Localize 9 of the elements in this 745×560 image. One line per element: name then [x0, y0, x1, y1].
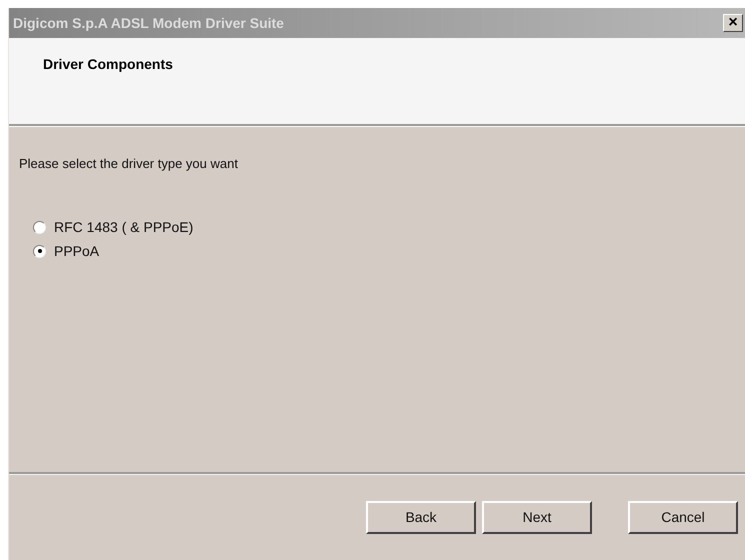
radio-option[interactable]: PPPoA	[33, 243, 745, 259]
dialog-button[interactable]: Back	[366, 500, 476, 534]
prompt-text: Please select the driver type you want	[19, 156, 239, 171]
dialog-button[interactable]: Next	[482, 500, 592, 534]
window-title: Digicom S.p.A ADSL Modem Driver Suite	[13, 15, 284, 31]
header-title: Driver Components	[43, 56, 173, 72]
close-button[interactable]: ×	[723, 14, 743, 32]
dialog-button[interactable]: Cancel	[628, 500, 738, 534]
radio-option[interactable]: RFC 1483 ( & PPPoE)	[33, 219, 745, 235]
